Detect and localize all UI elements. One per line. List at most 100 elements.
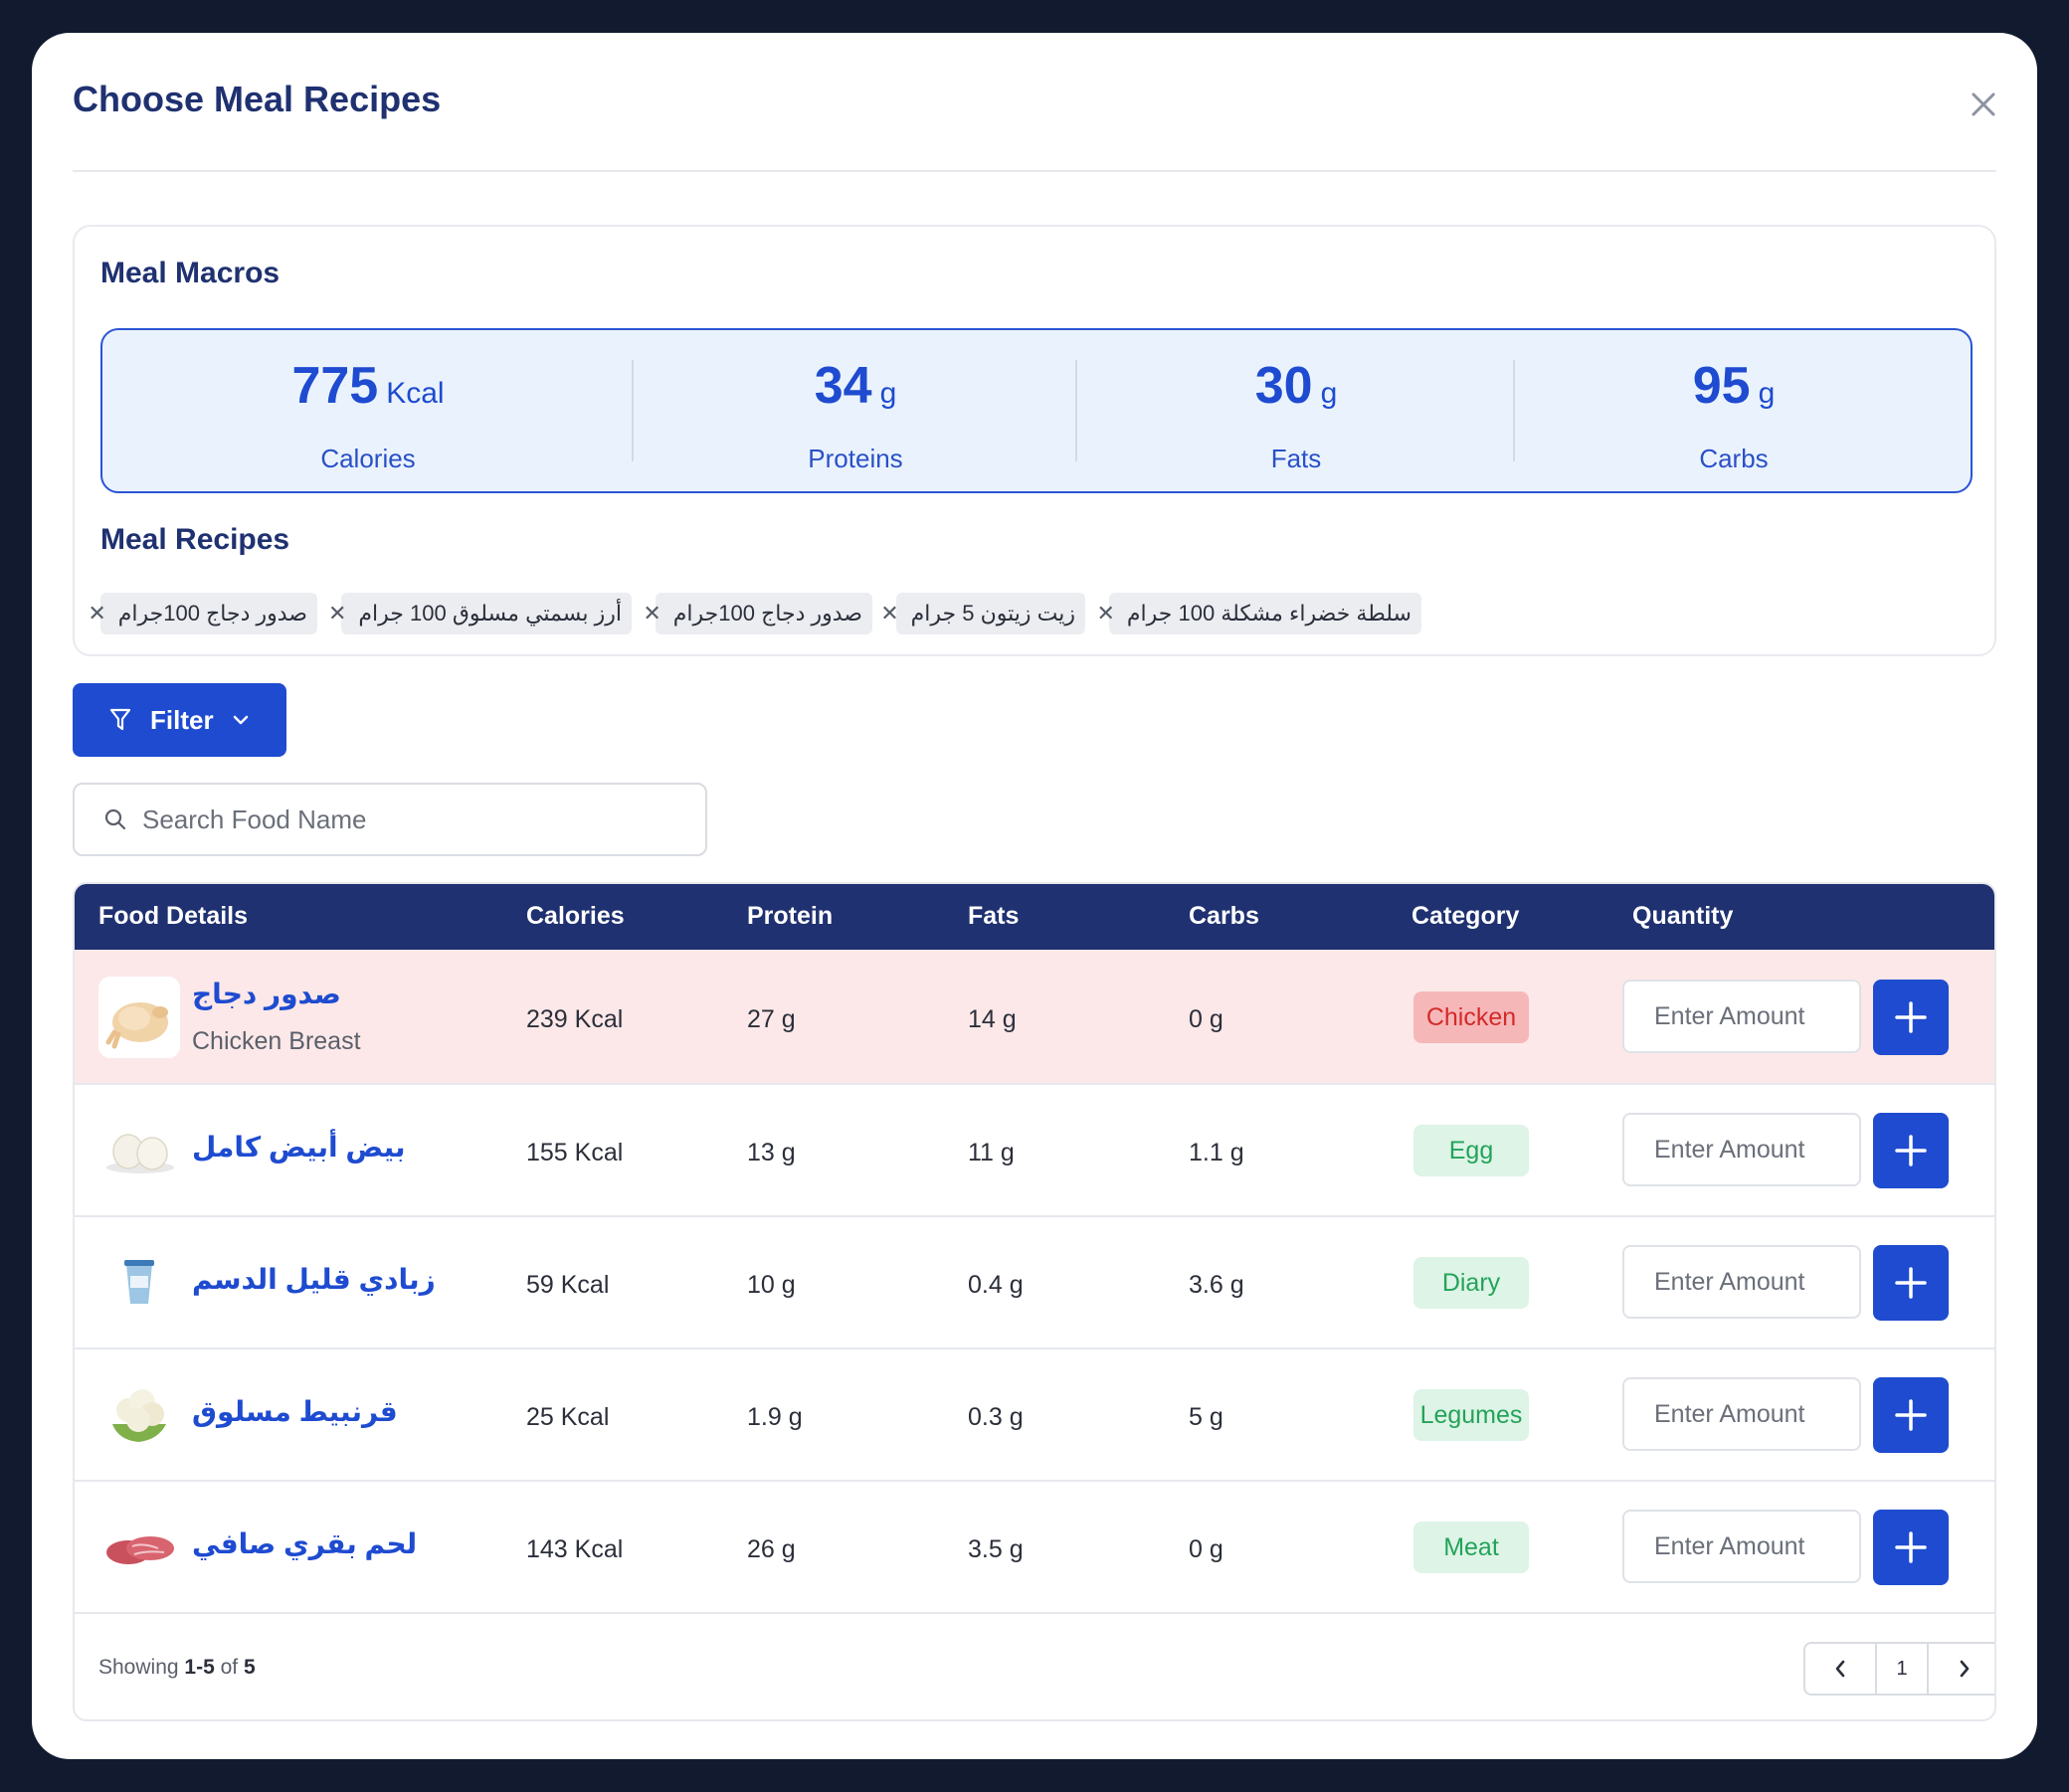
carbs-value: 0 g xyxy=(1189,1535,1223,1563)
macro-unit: g xyxy=(1758,377,1776,410)
chip-label: زيت زيتون 5 جرام xyxy=(910,601,1075,626)
food-subtitle: Chicken Breast xyxy=(192,1027,361,1055)
food-name: صدور دجاج xyxy=(192,979,341,1009)
add-button[interactable] xyxy=(1873,980,1949,1055)
macros-card: Meal Macros 775 Kcal Calories 34 g Protein… xyxy=(73,225,1996,656)
plus-icon xyxy=(1895,1001,1927,1033)
remove-chip-icon[interactable]: ✕ xyxy=(880,601,898,627)
fats-value: 14 g xyxy=(968,1005,1017,1033)
search-input[interactable] xyxy=(142,804,679,835)
plus-icon xyxy=(1895,1267,1927,1299)
header-divider xyxy=(73,170,1996,172)
food-table: Food Details Calories Protein Fats Carbs… xyxy=(73,882,1996,1721)
macro-label: Fats xyxy=(1270,444,1322,473)
amount-input[interactable] xyxy=(1622,1113,1861,1186)
category-badge: Meat xyxy=(1413,1522,1529,1573)
amount-input[interactable] xyxy=(1622,1245,1861,1319)
protein-value: 13 g xyxy=(747,1139,796,1166)
carbs-value: 0 g xyxy=(1189,1005,1223,1033)
macro-value: 775 xyxy=(291,357,379,415)
remove-chip-icon[interactable]: ✕ xyxy=(88,601,105,627)
macro-unit: Kcal xyxy=(386,377,445,410)
close-icon[interactable] xyxy=(1964,85,2003,124)
fats-value: 11 g xyxy=(968,1139,1015,1166)
category-badge: Chicken xyxy=(1413,991,1529,1043)
device-frame: Choose Meal Recipes Meal Macros 775 Kcal … xyxy=(0,0,2069,1792)
protein-value: 1.9 g xyxy=(747,1403,803,1431)
chevron-left-icon xyxy=(1835,1660,1845,1678)
search-icon xyxy=(104,808,126,830)
recipe-chip[interactable]: أرز بسمتي مسلوق 100 جرام ✕ xyxy=(328,593,632,634)
calories-value: 25 Kcal xyxy=(526,1403,610,1431)
add-button[interactable] xyxy=(1873,1377,1949,1453)
table-header: Food Details Calories Protein Fats Carbs… xyxy=(75,884,1994,950)
chip-label: صدور دجاج 100جرام xyxy=(672,601,862,626)
calories-value: 239 Kcal xyxy=(526,1005,624,1033)
page-number[interactable]: 1 xyxy=(1877,1644,1929,1694)
amount-input[interactable] xyxy=(1622,1377,1861,1451)
add-button[interactable] xyxy=(1873,1510,1949,1585)
food-name: لحم بقري صافي xyxy=(192,1528,418,1559)
recipe-chip[interactable]: زيت زيتون 5 جرام ✕ xyxy=(880,593,1085,634)
remove-chip-icon[interactable]: ✕ xyxy=(328,601,346,627)
macro-summary: 775 Kcal Calories 34 g Proteins 30 g Fats 9… xyxy=(100,328,1973,493)
header-quantity: Quantity xyxy=(1632,902,1734,930)
search-box xyxy=(73,783,707,856)
chevron-right-icon xyxy=(1960,1660,1970,1678)
carbs-value: 5 g xyxy=(1189,1403,1223,1431)
recipe-chip[interactable]: صدور دجاج 100جرام ✕ xyxy=(88,593,317,634)
category-badge: Diary xyxy=(1413,1257,1529,1309)
pagination: 1 xyxy=(1803,1642,1994,1696)
add-button[interactable] xyxy=(1873,1113,1949,1188)
results-count: Showing 1-5 of 5 xyxy=(98,1656,256,1679)
filter-button[interactable]: Filter xyxy=(73,683,286,757)
macro-unit: g xyxy=(879,377,897,410)
next-page-button[interactable] xyxy=(1929,1644,1994,1694)
chip-label: سلطة خضراء مشكلة 100 جرام xyxy=(1126,601,1411,626)
header-calories: Calories xyxy=(526,902,625,930)
meal-macros-title: Meal Macros xyxy=(100,257,281,289)
table-row: قرنبيط مسلوق 25 Kcal 1.9 g 0.3 g 5 g Leg… xyxy=(75,1349,1994,1482)
filter-icon xyxy=(109,708,131,731)
egg-image xyxy=(98,1110,180,1191)
header-fats: Fats xyxy=(968,902,1020,930)
protein-value: 27 g xyxy=(747,1005,796,1033)
recipe-chip[interactable]: صدور دجاج 100جرام ✕ xyxy=(643,593,872,634)
remove-chip-icon[interactable]: ✕ xyxy=(1096,601,1114,627)
remove-chip-icon[interactable]: ✕ xyxy=(643,601,660,627)
food-name: بيض أبيض كامل xyxy=(192,1132,406,1163)
macro-value: 30 xyxy=(1254,357,1313,415)
amount-input[interactable] xyxy=(1622,980,1861,1053)
macro-carbs: 95 g Carbs xyxy=(1515,330,1953,491)
chevron-down-icon xyxy=(233,715,248,725)
header-carbs: Carbs xyxy=(1189,902,1259,930)
carbs-value: 3.6 g xyxy=(1189,1271,1244,1299)
chip-label: صدور دجاج 100جرام xyxy=(117,601,307,626)
chip-label: أرز بسمتي مسلوق 100 جرام xyxy=(358,601,622,626)
previous-page-button[interactable] xyxy=(1805,1644,1877,1694)
food-name: زبادي قليل الدسم xyxy=(192,1264,436,1295)
amount-input[interactable] xyxy=(1622,1510,1861,1583)
choose-meal-recipes-modal: Choose Meal Recipes Meal Macros 775 Kcal … xyxy=(32,33,2037,1759)
macro-fats: 30 g Fats xyxy=(1077,330,1515,491)
recipe-chip[interactable]: سلطة خضراء مشكلة 100 جرام ✕ xyxy=(1096,593,1421,634)
header-protein: Protein xyxy=(747,902,834,930)
fats-value: 0.4 g xyxy=(968,1271,1024,1299)
plus-icon xyxy=(1895,1531,1927,1563)
category-badge: Legumes xyxy=(1413,1389,1529,1441)
protein-value: 10 g xyxy=(747,1271,796,1299)
food-name: قرنبيط مسلوق xyxy=(192,1396,398,1427)
macro-label: Calories xyxy=(320,444,416,473)
modal-title: Choose Meal Recipes xyxy=(73,79,442,119)
macro-value: 95 xyxy=(1692,357,1751,415)
table-row: صدور دجاج Chicken Breast 239 Kcal 27 g 1… xyxy=(75,950,1994,1085)
plus-icon xyxy=(1895,1399,1927,1431)
meal-recipes-title: Meal Recipes xyxy=(100,523,290,556)
macro-calories: 775 Kcal Calories xyxy=(102,330,634,491)
header-category: Category xyxy=(1411,902,1520,930)
chicken-image xyxy=(98,977,180,1058)
macro-label: Proteins xyxy=(808,444,903,473)
calories-value: 143 Kcal xyxy=(526,1535,624,1563)
add-button[interactable] xyxy=(1873,1245,1949,1321)
macro-value: 34 xyxy=(814,357,872,415)
